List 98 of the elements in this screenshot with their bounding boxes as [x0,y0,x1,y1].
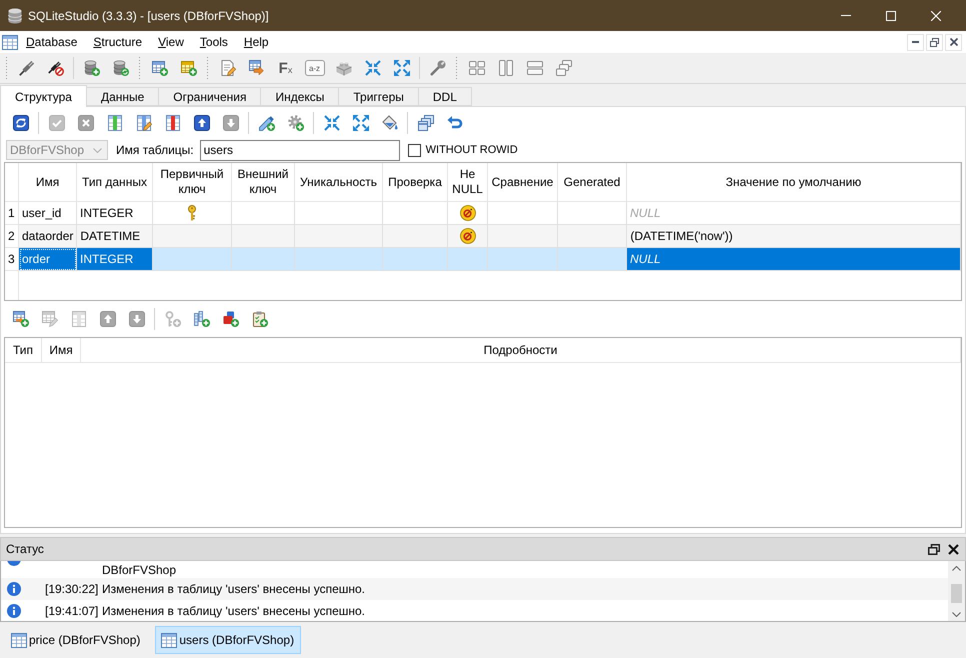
table-row[interactable]: 2 dataorder DATETIME (DATETIME('now')) [5,225,961,248]
close-button[interactable] [945,34,962,50]
info-icon [7,604,21,618]
restore-button[interactable] [926,541,942,557]
chevron-down-icon [93,148,102,152]
sheet-add-icon [180,60,196,76]
arrow-up-icon [100,311,116,327]
tab[interactable]: Триггеры [339,87,419,106]
expand-arrows-icon [394,60,410,76]
table-add-icon [152,60,168,76]
cross-icon [78,115,94,131]
window-tab[interactable]: price (DBforFVShop) [5,626,148,654]
window-tab[interactable]: users (DBforFVShop) [155,626,302,654]
restore-icon [928,544,940,554]
paint-bucket-icon [382,115,398,131]
tab[interactable]: DDL [418,87,472,106]
log-time: [19:41:07] [45,604,100,618]
key-add-icon [164,311,180,327]
row-number: 1 [5,202,19,225]
log-message: Изменения в таблицу 'users' внесены успешно. [102,604,365,618]
dock-title: Статус [6,542,44,556]
table-cell: NULL [627,248,961,271]
column-add-icon [106,115,122,131]
clipboard-check-icon [252,311,268,327]
log-message: DBforFVShop [102,563,176,577]
scrollbar[interactable] [948,561,965,621]
table-icon [11,632,27,648]
column-delete-icon [164,115,180,131]
tab[interactable]: Данные [86,87,160,106]
plug-icon [18,60,34,76]
row-number: 2 [5,225,19,248]
check-icon [48,115,64,131]
window-title: SQLiteStudio (3.3.3) - [users (DBforFVShop)] [28,8,269,22]
database-add-icon [84,60,100,76]
menu-item[interactable]: Database [18,31,86,53]
pencil-add-icon [258,115,274,131]
table-cell: order [19,248,77,271]
maximize-icon [886,10,896,20]
columns-add-icon [194,311,210,327]
document-edit-icon [220,60,236,76]
checkbox-label: WITHOUT ROWID [426,144,518,156]
menu-item[interactable]: Structure [85,31,150,53]
scrollbar-thumb[interactable] [951,584,962,603]
plug-prohibited-icon [48,60,64,76]
restore-button[interactable] [926,34,943,50]
minimize-icon [840,15,850,16]
log-time: [19:30:22] [45,582,100,596]
table-name-field[interactable]: users [200,140,400,160]
row-number: 3 [5,248,19,271]
stacked-windows-icon [418,115,434,131]
undo-icon [446,115,462,131]
database-refresh-icon [112,60,128,76]
close-icon [930,10,940,20]
table-arrow-icon [248,60,264,76]
tab[interactable]: Индексы [261,87,340,106]
field-label: Имя таблицы: [116,143,194,157]
arrow-down-icon [128,311,144,327]
table-row[interactable]: 1 user_id INTEGER NULL [5,202,961,225]
column-edit-icon [136,115,152,131]
menu-item[interactable]: Tools [192,31,236,53]
refresh-icon [12,115,28,131]
blocks-add-icon [222,311,238,327]
scroll-down-icon [952,612,961,616]
close-button[interactable] [945,541,961,557]
split-columns-icon [498,60,514,76]
arrow-up-icon [194,115,210,131]
table-cell: INTEGER [77,248,153,271]
checkbox[interactable] [408,144,421,156]
expand-arrows-icon [352,115,368,131]
info-icon [7,582,21,596]
wrench-icon [430,60,446,76]
column-icon [70,311,86,327]
tab[interactable]: Структура [0,85,87,107]
restore-icon [930,38,939,46]
close-icon [948,544,958,554]
arrow-down-icon [222,115,238,131]
table-edit-icon [42,311,58,327]
collapse-arrows-icon [324,115,340,131]
info-icon [7,561,21,566]
az-button[interactable]: a-z [304,60,324,76]
table-row[interactable]: 3 order INTEGER NULL [5,248,961,271]
close-icon [950,38,958,46]
menu-item[interactable]: View [150,31,192,53]
database-icon [8,8,22,24]
brick-icon [336,60,352,76]
cascade-windows-icon [556,60,572,76]
split-rows-icon [526,60,542,76]
gear-add-icon [288,115,304,131]
log-message: Изменения в таблицу 'users' внесены успешно. [102,582,365,596]
tile-grid-icon [468,60,484,76]
table-arrow-add-icon [12,311,28,327]
minimize-icon [912,41,919,43]
scroll-up-icon [952,566,961,570]
tab[interactable]: Ограничения [159,87,262,106]
menu-item[interactable]: Help [236,31,277,53]
table-icon [161,632,178,648]
minimize-button[interactable] [907,34,924,50]
collapse-arrows-icon [364,60,380,76]
